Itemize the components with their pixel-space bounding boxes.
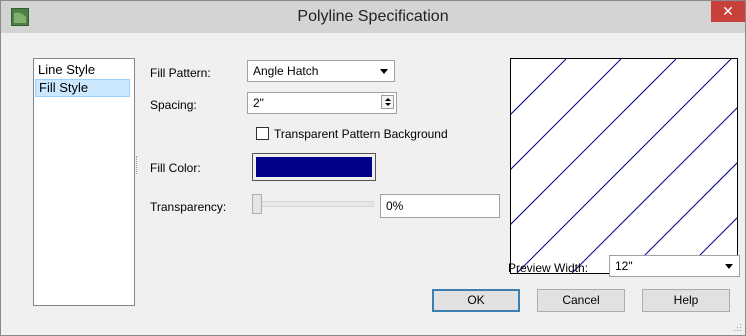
fill-color-button[interactable] [252,153,376,181]
fill-pattern-dropdown[interactable]: Angle Hatch [247,60,395,82]
fill-color-swatch [256,157,372,177]
close-button[interactable]: ✕ [711,1,745,22]
fill-color-label: Fill Color: [150,161,201,175]
hatch-line [681,217,737,273]
cancel-button[interactable]: Cancel [537,289,625,312]
window-title: Polyline Specification [297,8,449,25]
spacing-label: Spacing: [150,98,197,112]
hatch-line [511,59,677,225]
spacing-value: 2" [253,96,264,110]
transparency-slider-thumb[interactable] [252,194,262,214]
category-list[interactable]: Line Style Fill Style [33,58,135,306]
ok-button[interactable]: OK [432,289,520,312]
hatch-preview-svg [511,59,737,273]
preview-width-dropdown[interactable]: 12" [609,255,740,277]
chevron-down-icon [380,69,388,74]
hatch-line [516,59,732,273]
fill-pattern-label: Fill Pattern: [150,66,211,80]
dialog-window: Polyline Specification ✕ Line Style Fill… [0,0,746,336]
spin-up-icon[interactable] [385,98,391,101]
list-item-line-style[interactable]: Line Style [35,61,133,79]
fill-pattern-value: Angle Hatch [253,64,319,78]
spin-down-icon[interactable] [385,103,391,106]
title-bar[interactable]: Polyline Specification ✕ [1,1,745,33]
transparent-background-checkbox[interactable] [256,127,269,140]
hatch-line [571,107,737,273]
list-item-fill-style[interactable]: Fill Style [35,79,130,97]
hatch-line [511,59,567,115]
spacing-input[interactable]: 2" [247,92,397,114]
transparency-label: Transparency: [150,200,227,214]
spacing-spinner[interactable] [381,95,394,109]
transparency-value: 0% [386,199,404,213]
drag-grip-icon [136,156,138,174]
dialog-body: Line Style Fill Style Fill Pattern: Angl… [9,33,740,327]
resize-grip-icon[interactable] [732,322,742,332]
chevron-down-icon [725,264,733,269]
transparent-background-label: Transparent Pattern Background [274,127,448,141]
transparency-input[interactable]: 0% [380,194,500,218]
preview-width-value: 12" [615,259,633,273]
pattern-preview [510,58,738,274]
preview-width-label: Preview Width: [508,261,589,275]
help-button[interactable]: Help [642,289,730,312]
transparency-slider[interactable] [252,201,374,207]
